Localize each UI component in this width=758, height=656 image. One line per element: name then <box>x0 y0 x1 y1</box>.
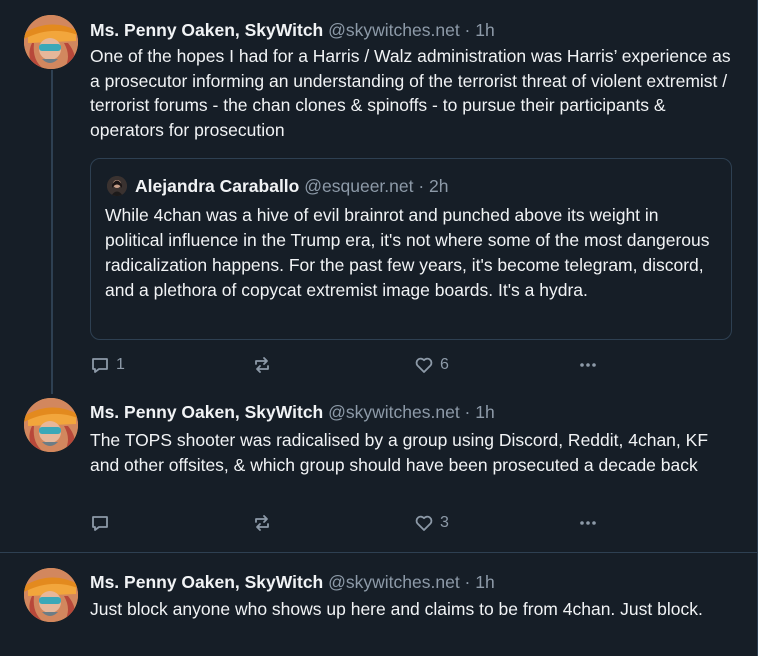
quote-author-meta[interactable]: @esqueer.net · 2h <box>304 176 448 196</box>
reply-button[interactable] <box>90 512 116 534</box>
author-meta[interactable]: @skywitches.net · 1h <box>328 572 495 592</box>
more-icon <box>580 363 596 367</box>
comment-icon <box>92 516 108 531</box>
post-text: The TOPS shooter was radicalised by a gr… <box>90 430 709 475</box>
post-header: Ms. Penny Oaken, SkyWitch @skywitches.ne… <box>90 19 495 41</box>
post-text: One of the hopes I had for a Harris / Wa… <box>90 46 731 140</box>
avatar-image <box>24 15 78 69</box>
comment-icon <box>92 358 108 373</box>
reply-count: 1 <box>116 356 125 373</box>
repost-icon <box>255 515 269 531</box>
post[interactable]: Ms. Penny Oaken, SkyWitch @skywitches.ne… <box>0 0 758 392</box>
heart-icon <box>415 357 433 373</box>
like-count: 3 <box>440 514 449 531</box>
more-options-button[interactable] <box>578 512 598 534</box>
heart-icon <box>415 515 433 531</box>
author-name[interactable]: Ms. Penny Oaken, SkyWitch <box>90 20 323 40</box>
avatar-image <box>24 568 78 622</box>
repost-icon <box>255 357 269 373</box>
post-text: Just block anyone who shows up here and … <box>90 599 703 619</box>
post[interactable]: Ms. Penny Oaken, SkyWitch @skywitches.ne… <box>0 392 758 552</box>
author-name[interactable]: Ms. Penny Oaken, SkyWitch <box>90 572 323 592</box>
quote-header: Alejandra Caraballo @esqueer.net · 2h <box>135 175 449 197</box>
avatar[interactable] <box>24 568 78 622</box>
quote-author-name[interactable]: Alejandra Caraballo <box>135 176 299 196</box>
quoted-post[interactable]: Alejandra Caraballo @esqueer.net · 2h Wh… <box>90 158 732 340</box>
more-options-button[interactable] <box>578 354 598 376</box>
quote-avatar[interactable] <box>107 176 127 196</box>
post-actions: 1 6 <box>90 354 610 376</box>
repost-button[interactable] <box>252 512 278 534</box>
author-name[interactable]: Ms. Penny Oaken, SkyWitch <box>90 402 323 422</box>
quote-text: While 4chan was a hive of evil brainrot … <box>105 205 710 300</box>
avatar[interactable] <box>24 15 78 69</box>
quote-avatar-image <box>107 176 127 196</box>
repost-button[interactable] <box>252 354 278 376</box>
author-meta[interactable]: @skywitches.net · 1h <box>328 402 495 422</box>
reply-button[interactable]: 1 <box>90 354 125 376</box>
like-count: 6 <box>440 356 449 373</box>
post[interactable]: Ms. Penny Oaken, SkyWitch @skywitches.ne… <box>0 553 758 656</box>
author-meta[interactable]: @skywitches.net · 1h <box>328 20 495 40</box>
post-header: Ms. Penny Oaken, SkyWitch @skywitches.ne… <box>90 571 495 593</box>
avatar-image <box>24 398 78 452</box>
post-actions: 3 <box>90 512 610 534</box>
like-button[interactable]: 3 <box>414 512 449 534</box>
avatar[interactable] <box>24 398 78 452</box>
post-header: Ms. Penny Oaken, SkyWitch @skywitches.ne… <box>90 401 495 423</box>
like-button[interactable]: 6 <box>414 354 449 376</box>
more-icon <box>580 521 596 525</box>
